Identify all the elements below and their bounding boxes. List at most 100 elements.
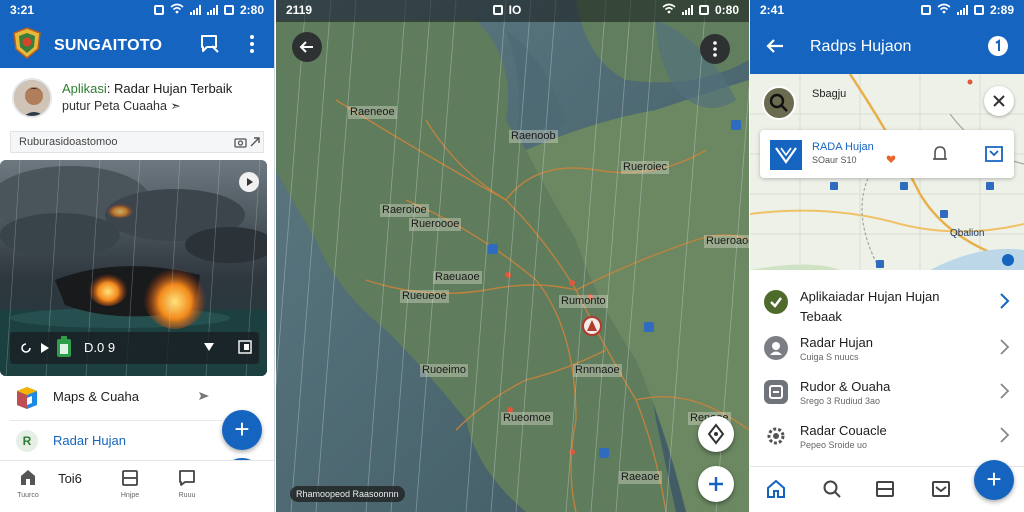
map-menu-button[interactable] — [700, 34, 730, 64]
pin-icon[interactable] — [202, 340, 216, 354]
search-icon[interactable] — [822, 479, 842, 499]
divider — [10, 420, 222, 421]
map-label: Raeroioe — [380, 204, 429, 217]
close-icon — [993, 95, 1005, 107]
nav-news[interactable]: Hnjpe — [110, 469, 150, 499]
message-icon — [179, 470, 195, 486]
map-place-label-2: Qbalion — [950, 228, 985, 239]
notification-icon — [920, 5, 931, 15]
nav-label: Toi6 — [58, 471, 82, 486]
left-app-screen: 3:21 2:80 SUNGAITOTO Aplikasi: Radar Huj… — [0, 0, 275, 512]
signal-icon — [189, 5, 201, 15]
close-button[interactable] — [984, 86, 1014, 116]
nav-home[interactable]: Tuurco — [8, 469, 48, 499]
status-center-text: IO — [508, 3, 522, 17]
wifi-icon — [662, 3, 676, 17]
map-label: Rueueoe — [400, 290, 449, 303]
radar-list-item[interactable]: Rudor & Ouaha Srego 3 Rudiud 3ao — [750, 370, 1024, 414]
inbox-icon[interactable] — [931, 479, 951, 499]
chevron-right-icon — [1000, 383, 1010, 399]
signal-icon — [681, 5, 693, 15]
home-icon — [21, 470, 35, 485]
list-item-maps[interactable]: Maps & Cuaha — [10, 380, 264, 414]
status-bar: 2:41 2:89 — [750, 0, 1024, 20]
map-label: Rueroiec — [621, 161, 670, 174]
radar-list-subtitle: Cuiga S nuucs — [800, 352, 859, 362]
chevron-right-icon — [1000, 339, 1010, 355]
battery-icon — [698, 5, 709, 15]
back-button[interactable] — [292, 32, 322, 62]
list-icon — [122, 470, 138, 486]
media-time: D.0 9 — [84, 340, 116, 355]
more-options-icon[interactable] — [241, 33, 263, 55]
screen-title: Radps Hujaon — [810, 38, 912, 55]
nav-toi6[interactable]: Toi6 — [50, 471, 90, 486]
battery-level: 2:89 — [989, 3, 1014, 17]
add-button[interactable]: + — [222, 410, 262, 450]
profile-line-1: Aplikasi: Radar Hujan Terbaik — [62, 81, 232, 96]
status-time: 2:41 — [760, 3, 785, 17]
chat-icon[interactable] — [199, 33, 221, 55]
battery-level-icon — [57, 336, 71, 357]
app-bar: 2:41 2:89 Radps Hujaon — [750, 0, 1024, 74]
status-bar: 3:21 2:80 — [0, 0, 274, 20]
app-title: SUNGAITOTO — [54, 37, 163, 54]
profile-line-2: putur Peta Cuaaha ➣ — [62, 99, 181, 113]
battery-level: 0:80 — [714, 3, 739, 17]
screen-record-icon — [492, 5, 503, 15]
play-icon[interactable] — [40, 342, 50, 354]
info-icon[interactable] — [987, 35, 1009, 57]
send-icon[interactable] — [198, 391, 210, 401]
bell-icon[interactable] — [931, 144, 949, 164]
radar-list-title: Radar Hujan — [800, 335, 873, 350]
radar-list-item[interactable]: Radar Hujan Cuiga S nuucs — [750, 326, 1024, 370]
back-arrow-icon[interactable] — [764, 36, 786, 56]
map-book-icon[interactable] — [984, 144, 1004, 164]
heart-icon — [886, 155, 896, 163]
wifi-icon — [937, 3, 951, 17]
battery-icon — [973, 5, 984, 15]
profile-header[interactable]: Aplikasi: Radar Hujan Terbaik putur Peta… — [10, 76, 266, 124]
nav-messages[interactable]: Ruuu — [167, 469, 207, 499]
radar-list-title: Radar Couacle — [800, 423, 887, 438]
weather-map[interactable] — [276, 0, 749, 512]
media-controls: D.0 9 — [10, 332, 259, 364]
radar-person-icon — [764, 336, 788, 360]
map-label: Rnnnaoe — [573, 364, 622, 377]
map-screen[interactable]: 2119 IO 0:80 Raeneoe Raenoob Rueroiec Ra… — [276, 0, 749, 512]
search-row[interactable]: Ruburasidoastomoo — [10, 131, 264, 153]
app-logo-icon — [13, 27, 41, 59]
signal-icon — [956, 5, 968, 15]
battery-icon — [223, 5, 234, 15]
zoom-in-button[interactable] — [698, 466, 734, 502]
signal-icon-2 — [206, 5, 218, 15]
fullscreen-icon[interactable] — [238, 340, 252, 354]
map-place-label: Sbagju — [812, 88, 847, 100]
location-avatar[interactable] — [762, 86, 796, 120]
map-label: Raeuaoe — [433, 271, 482, 284]
nav-label: Ruuu — [178, 492, 196, 499]
home-icon[interactable] — [766, 479, 786, 499]
radar-list-title: Aplikaiadar Hujan Hujan — [800, 289, 940, 304]
check-icon — [764, 290, 788, 314]
gear-icon — [764, 424, 788, 448]
radar-list-item[interactable]: Radar Couacle Pepeo Sroide uo — [750, 414, 1024, 458]
map-label: Rueomoe — [501, 412, 553, 425]
share-icon[interactable] — [249, 136, 262, 148]
avatar[interactable] — [12, 78, 52, 118]
radar-card-subtitle: SOaur S10 — [812, 155, 857, 165]
locate-button[interactable] — [698, 416, 734, 452]
radar-list-item[interactable]: Aplikaiadar Hujan Hujan Tebaak — [750, 280, 1024, 324]
list-item-label: Maps & Cuaha — [53, 389, 139, 404]
play-badge[interactable] — [239, 172, 259, 192]
storm-video-card[interactable]: D.0 9 — [0, 160, 267, 376]
camera-icon[interactable] — [234, 136, 247, 148]
add-button[interactable]: + — [974, 460, 1014, 500]
nav-label: Hnjpe — [120, 492, 140, 499]
radar-card[interactable]: RADA Hujan SOaur S10 — [760, 130, 1014, 178]
list-icon[interactable] — [875, 479, 895, 499]
search-row-text: Ruburasidoastomoo — [19, 136, 118, 148]
replay-icon[interactable] — [18, 340, 34, 356]
map-label: Rueroaoe — [704, 235, 749, 248]
nav-label: Tuurco — [17, 492, 39, 499]
